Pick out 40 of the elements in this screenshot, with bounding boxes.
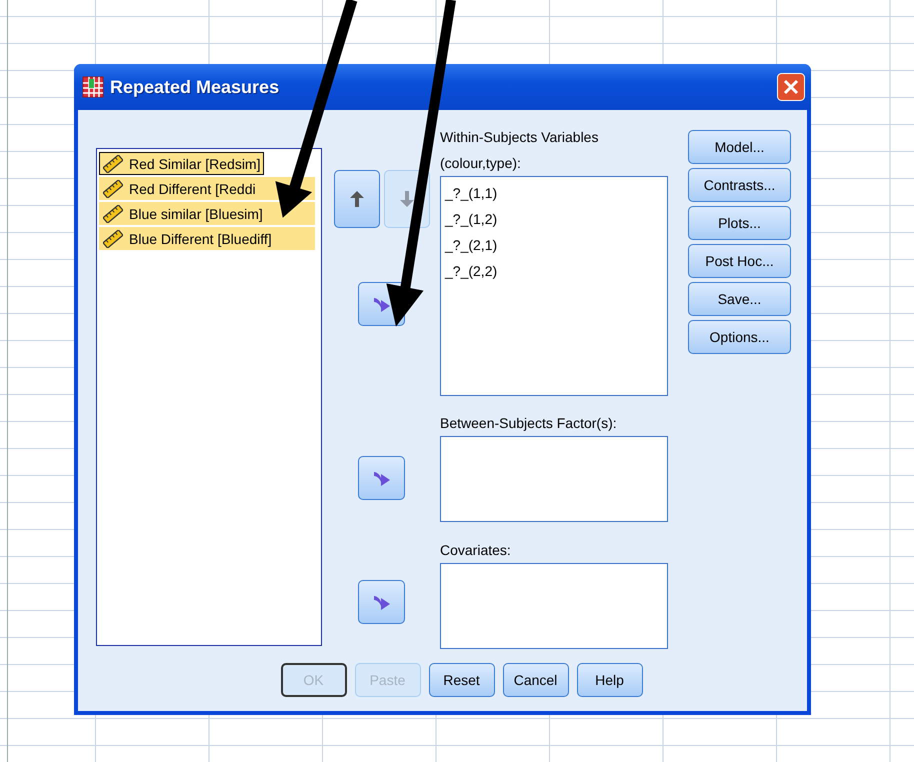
move-up-button[interactable] bbox=[334, 170, 380, 228]
dialog-button[interactable]: Help bbox=[576, 663, 642, 697]
list-item[interactable]: _?_(2,2) bbox=[445, 258, 663, 284]
close-icon[interactable] bbox=[777, 73, 805, 101]
ruler-icon bbox=[103, 230, 123, 248]
list-label: (colour,type): bbox=[440, 154, 522, 173]
dialog-button[interactable]: Save... bbox=[688, 282, 791, 316]
dialog-button[interactable]: Options... bbox=[688, 320, 791, 354]
target-list[interactable] bbox=[440, 436, 668, 522]
target-list[interactable]: _?_(1,1) _?_(1,2) _?_(2,1) _?_(2,2) bbox=[440, 176, 668, 396]
curved-arrow-icon bbox=[372, 295, 392, 313]
list-label: Between-Subjects Factor(s): bbox=[440, 414, 618, 433]
list-item[interactable]: _?_(1,1) bbox=[445, 180, 663, 206]
variable-label: Blue Different [Bluediff] bbox=[129, 230, 272, 246]
variable-label: Blue similar [Bluesim] bbox=[129, 206, 263, 222]
dialog-button[interactable]: Post Hoc... bbox=[688, 244, 791, 278]
variable-item[interactable]: Blue similar [Bluesim] bbox=[99, 202, 315, 225]
dialog-button[interactable]: Plots... bbox=[688, 206, 791, 240]
ruler-icon bbox=[103, 154, 123, 172]
window-title: Repeated Measures bbox=[110, 76, 280, 98]
curved-arrow-icon bbox=[372, 593, 392, 611]
target-list[interactable] bbox=[440, 563, 668, 649]
variable-item[interactable]: Red Similar [Redsim] bbox=[99, 152, 264, 175]
up-arrow-icon bbox=[349, 190, 365, 208]
down-arrow-icon bbox=[399, 190, 415, 208]
list-item[interactable]: _?_(2,1) bbox=[445, 232, 663, 258]
curved-arrow-icon bbox=[372, 469, 392, 487]
variable-item[interactable]: Blue Different [Bluediff] bbox=[99, 227, 315, 250]
dialog-button[interactable]: Cancel bbox=[502, 663, 568, 697]
list-label: Covariates: bbox=[440, 541, 512, 560]
dialog-button[interactable]: Reset bbox=[428, 663, 494, 697]
variable-label: Red Different [Reddi bbox=[129, 180, 256, 196]
data-grid-icon bbox=[82, 76, 104, 98]
list-item[interactable]: _?_(1,2) bbox=[445, 206, 663, 232]
variable-label: Red Similar [Redsim] bbox=[129, 156, 260, 172]
dialog-button[interactable]: Model... bbox=[688, 130, 791, 164]
list-label: Within-Subjects Variables bbox=[440, 128, 600, 147]
dialog-button[interactable]: Contrasts... bbox=[688, 168, 791, 202]
ruler-icon bbox=[103, 180, 123, 198]
ruler-icon bbox=[103, 204, 123, 222]
